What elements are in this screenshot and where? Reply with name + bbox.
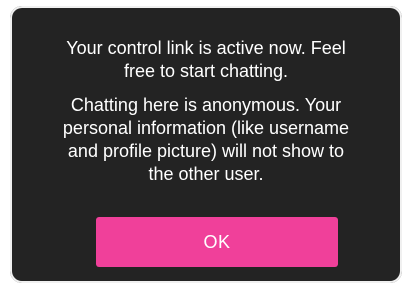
ok-button[interactable]: OK [96, 217, 338, 267]
message-line: the other user. [148, 164, 264, 184]
message-line: personal information (like username [62, 118, 350, 138]
info-dialog: Your control link is active now. Feel fr… [10, 6, 402, 283]
control-link-message: Your control link is active now. Feel fr… [10, 37, 402, 83]
message-line: Chatting here is anonymous. Your [70, 95, 342, 115]
message-line: free to start chatting. [123, 61, 289, 81]
anonymity-message: Chatting here is anonymous. Your persona… [10, 94, 402, 186]
message-line: and profile picture) will not show to [67, 141, 345, 161]
message-line: Your control link is active now. Feel [66, 38, 346, 58]
